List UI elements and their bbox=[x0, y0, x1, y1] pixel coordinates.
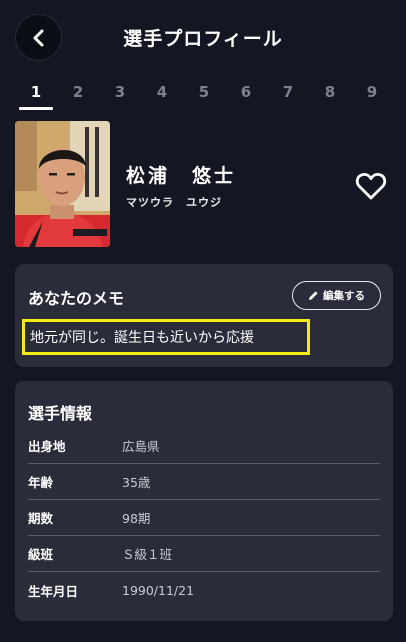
info-key: 年齢 bbox=[28, 475, 54, 490]
info-value: 98期 bbox=[122, 511, 151, 526]
tab-6[interactable]: 6 bbox=[225, 74, 267, 110]
info-row-birthday: 生年月日 1990/11/21 bbox=[28, 572, 380, 608]
player-profile: 松浦 悠士 マツウラ ユウジ bbox=[15, 121, 393, 247]
info-value: 1990/11/21 bbox=[122, 582, 195, 598]
info-row-term: 期数 98期 bbox=[28, 500, 380, 536]
player-name-kana: マツウラ ユウジ bbox=[126, 196, 222, 209]
player-name: 松浦 悠士 bbox=[126, 165, 237, 187]
memo-title: あなたのメモ bbox=[28, 289, 125, 308]
info-key: 期数 bbox=[28, 511, 54, 526]
info-value: 35歳 bbox=[122, 475, 151, 490]
edit-memo-button[interactable]: 編集する bbox=[292, 281, 381, 310]
pencil-icon bbox=[309, 291, 318, 300]
tab-2[interactable]: 2 bbox=[57, 74, 99, 110]
edit-memo-label: 編集する bbox=[323, 290, 365, 302]
tab-3[interactable]: 3 bbox=[99, 74, 141, 110]
player-info-card: 選手情報 出身地 広島県 年齢 35歳 期数 98期 級班 Ｓ級１班 生年月日 … bbox=[15, 381, 393, 621]
memo-card: あなたのメモ 編集する 地元が同じ。誕生日も近いから応援 bbox=[15, 264, 393, 367]
player-info-title: 選手情報 bbox=[28, 404, 93, 423]
tab-4[interactable]: 4 bbox=[141, 74, 183, 110]
player-number-tabs: 1 2 3 4 5 6 7 8 9 bbox=[15, 74, 393, 110]
info-value: 広島県 bbox=[122, 439, 160, 454]
heart-outline-icon bbox=[355, 172, 387, 200]
info-key: 出身地 bbox=[28, 439, 66, 454]
page-title: 選手プロフィール bbox=[123, 28, 283, 50]
info-row-class: 級班 Ｓ級１班 bbox=[28, 536, 380, 572]
tab-1[interactable]: 1 bbox=[15, 74, 57, 110]
tab-9[interactable]: 9 bbox=[351, 74, 393, 110]
tab-5[interactable]: 5 bbox=[183, 74, 225, 110]
player-photo bbox=[15, 121, 110, 247]
info-row-age: 年齢 35歳 bbox=[28, 464, 380, 500]
tab-8[interactable]: 8 bbox=[309, 74, 351, 110]
info-row-hometown: 出身地 広島県 bbox=[28, 428, 380, 464]
tab-7[interactable]: 7 bbox=[267, 74, 309, 110]
info-key: 級班 bbox=[28, 547, 54, 562]
player-profile-screen: 選手プロフィール 1 2 3 4 5 6 7 8 9 松浦 悠士 マツウラ ユウ… bbox=[0, 0, 406, 642]
info-key: 生年月日 bbox=[28, 583, 79, 599]
memo-text: 地元が同じ。誕生日も近いから応援 bbox=[22, 319, 310, 355]
favorite-button[interactable] bbox=[355, 171, 387, 201]
info-value: Ｓ級１班 bbox=[122, 547, 173, 562]
header: 選手プロフィール bbox=[0, 0, 406, 74]
player-info-list: 出身地 広島県 年齢 35歳 期数 98期 級班 Ｓ級１班 生年月日 1990/… bbox=[28, 428, 380, 608]
